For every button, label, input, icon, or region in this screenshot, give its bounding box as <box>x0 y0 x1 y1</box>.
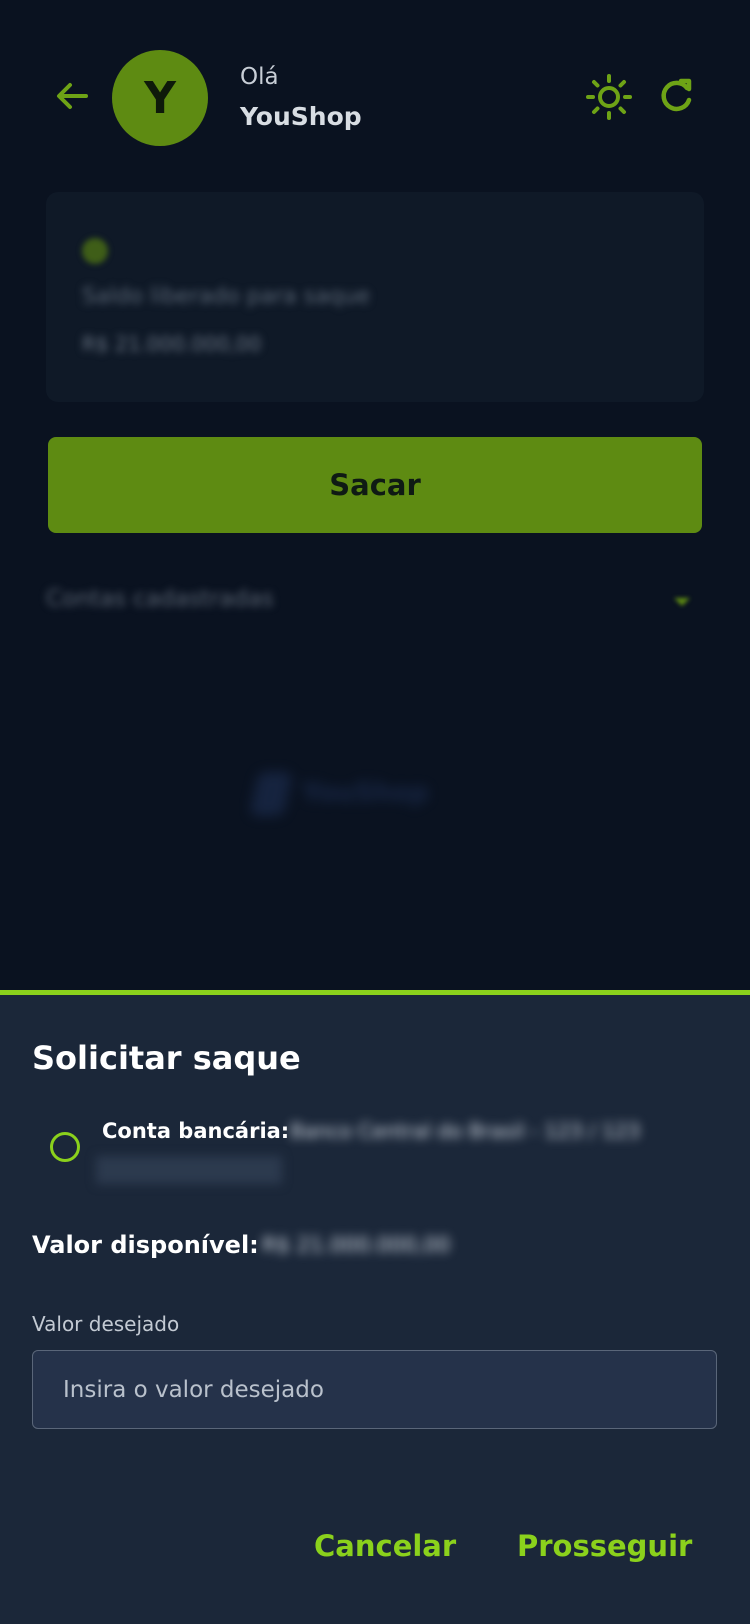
bank-account-value: Banco Central do Brasil - 123 / 123 <box>290 1119 641 1143</box>
bank-account-label: Conta bancária: <box>102 1119 290 1143</box>
available-amount-label: Valor disponível: <box>32 1231 259 1259</box>
avatar: Y <box>112 50 208 146</box>
withdraw-button[interactable]: Sacar <box>48 437 702 533</box>
logo-mark-icon <box>249 772 293 816</box>
registered-accounts-toggle[interactable]: Contas cadastradas <box>46 582 704 626</box>
refresh-icon[interactable] <box>656 76 696 116</box>
balance-label: Saldo liberado para saque <box>82 284 370 309</box>
registered-accounts-label: Contas cadastradas <box>46 586 274 612</box>
back-arrow-icon[interactable] <box>52 76 92 116</box>
bank-account-value-continued <box>96 1156 282 1184</box>
footer-logo: YouShop <box>248 764 518 824</box>
avatar-initial: Y <box>144 72 176 124</box>
desired-amount-input[interactable] <box>32 1350 717 1429</box>
balance-status-icon <box>82 238 108 264</box>
sun-icon[interactable] <box>586 74 632 120</box>
footer-brand: YouShop <box>302 778 429 808</box>
withdraw-request-sheet: Solicitar saque Conta bancária: Banco Ce… <box>0 990 750 1624</box>
available-amount-value: R$ 21.000.000,00 <box>262 1233 451 1257</box>
greeting-text: Olá <box>240 64 279 90</box>
desired-amount-label: Valor desejado <box>32 1312 180 1336</box>
header: Y Olá YouShop <box>0 48 750 148</box>
balance-card: Saldo liberado para saque R$ 21.000.000,… <box>46 192 704 402</box>
app-screen: Y Olá YouShop Saldo liberado para saque … <box>0 0 750 1624</box>
bank-account-radio[interactable] <box>50 1132 80 1162</box>
shop-name: YouShop <box>240 102 362 131</box>
cancel-button[interactable]: Cancelar <box>314 1529 456 1563</box>
balance-value: R$ 21.000.000,00 <box>82 332 262 356</box>
proceed-button[interactable]: Prosseguir <box>517 1529 692 1563</box>
chevron-down-icon <box>670 590 694 614</box>
sheet-title: Solicitar saque <box>32 1039 301 1077</box>
